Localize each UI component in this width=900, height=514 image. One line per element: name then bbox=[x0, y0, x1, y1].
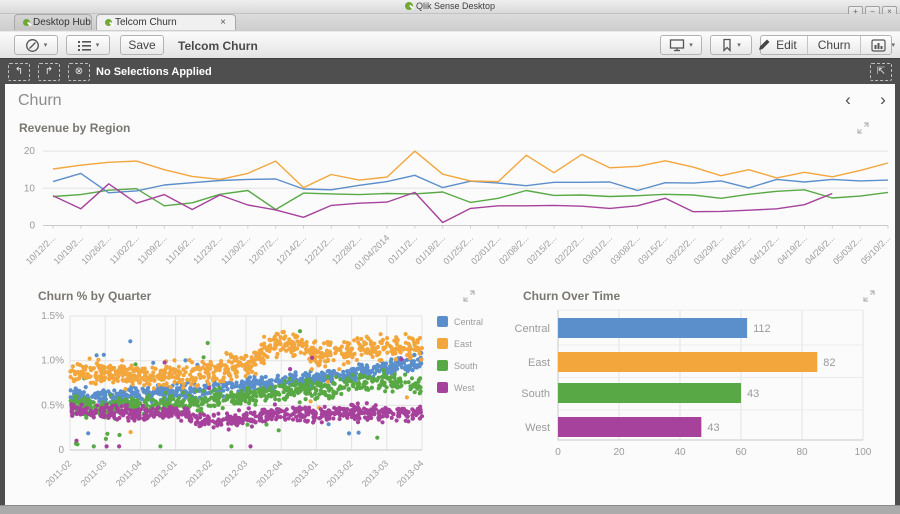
chart-churn-by-quarter[interactable]: Churn % by Quarter 2011-022011-032011-04… bbox=[30, 283, 505, 498]
svg-text:2012-04: 2012-04 bbox=[254, 458, 284, 488]
svg-text:0: 0 bbox=[29, 221, 35, 232]
svg-text:11/23/2...: 11/23/2... bbox=[191, 233, 224, 266]
svg-text:West: West bbox=[454, 383, 475, 393]
caret-down-icon: ▾ bbox=[891, 41, 895, 49]
caret-down-icon: ▾ bbox=[96, 41, 100, 49]
svg-text:0.5%: 0.5% bbox=[41, 400, 64, 411]
qlik-tab-icon bbox=[105, 19, 112, 26]
svg-text:South: South bbox=[454, 361, 478, 371]
line-chart-body[interactable]: 0102010/12/2...10/19/2...10/26/2...11/02… bbox=[5, 115, 895, 285]
svg-text:82: 82 bbox=[823, 357, 835, 369]
svg-text:East: East bbox=[528, 357, 550, 369]
svg-text:0: 0 bbox=[58, 445, 64, 456]
close-tab-icon[interactable]: × bbox=[220, 17, 226, 28]
svg-text:43: 43 bbox=[747, 388, 759, 400]
storytelling-button[interactable]: ▾ bbox=[660, 35, 702, 55]
selections-bar: ↰ ↱ ⊗ No Selections Applied ⇱ bbox=[0, 59, 900, 84]
navigation-menu-button[interactable]: ▾ bbox=[14, 35, 58, 55]
clear-selections-icon[interactable]: ⊗ bbox=[68, 63, 90, 81]
caret-down-icon: ▾ bbox=[689, 41, 693, 49]
svg-text:0: 0 bbox=[555, 447, 561, 458]
svg-text:2012-01: 2012-01 bbox=[149, 458, 179, 488]
current-sheet-name: Churn bbox=[808, 36, 862, 54]
svg-text:10: 10 bbox=[24, 183, 36, 194]
svg-text:1.0%: 1.0% bbox=[41, 356, 64, 367]
sheet-controls-group: Edit Churn ▾ bbox=[760, 35, 892, 55]
svg-text:20: 20 bbox=[24, 146, 36, 157]
svg-text:05/10/2...: 05/10/2... bbox=[859, 233, 893, 267]
svg-text:West: West bbox=[525, 422, 550, 434]
tab-telcom-churn[interactable]: Telcom Churn × bbox=[96, 14, 236, 30]
svg-text:80: 80 bbox=[796, 447, 808, 458]
chart-churn-over-time[interactable]: Churn Over Time 020406080100Central112Ea… bbox=[505, 283, 895, 498]
sheet-area: Churn ‹ › Revenue by Region 0102010/12/2… bbox=[5, 84, 895, 505]
bar-chart-body[interactable]: 0 20 40 60 80 100 Central 112 East 82 South 43 West 4… bbox=[505, 283, 895, 498]
compass-icon bbox=[25, 38, 40, 53]
selections-status: No Selections Applied bbox=[96, 66, 212, 78]
svg-text:2013-02: 2013-02 bbox=[325, 458, 355, 488]
prev-sheet-arrow[interactable]: ‹ bbox=[838, 90, 858, 110]
svg-text:2012-03: 2012-03 bbox=[219, 458, 249, 488]
step-forward-icon[interactable]: ↱ bbox=[38, 63, 60, 81]
sheet-chart-icon bbox=[871, 39, 886, 52]
window-frame-right bbox=[895, 84, 900, 505]
pencil-icon bbox=[757, 38, 771, 52]
next-sheet-arrow[interactable]: › bbox=[873, 90, 893, 110]
global-menu-button[interactable]: ▾ bbox=[66, 35, 110, 55]
bookmarks-button[interactable]: ▾ bbox=[710, 35, 752, 55]
svg-text:40: 40 bbox=[674, 447, 686, 458]
step-back-icon[interactable]: ↰ bbox=[8, 63, 30, 81]
tab-strip: Desktop Hub Telcom Churn × bbox=[0, 14, 900, 31]
list-menu-icon bbox=[77, 39, 92, 52]
qlik-logo-icon bbox=[405, 2, 413, 10]
svg-text:11/09/2...: 11/09/2... bbox=[136, 233, 169, 266]
svg-text:East: East bbox=[454, 339, 473, 349]
bookmark-icon bbox=[721, 38, 733, 52]
svg-text:11/02/2...: 11/02/2... bbox=[108, 233, 141, 266]
toolbar: ▾ ▾ Save Telcom Churn ▾ ▾ Edit Churn bbox=[0, 31, 900, 60]
svg-text:20: 20 bbox=[613, 447, 625, 458]
svg-text:10/26/2...: 10/26/2... bbox=[79, 233, 113, 267]
save-button[interactable]: Save bbox=[120, 35, 164, 55]
chart-revenue-by-region[interactable]: Revenue by Region 0102010/12/2...10/19/2… bbox=[5, 115, 895, 285]
svg-text:100: 100 bbox=[855, 447, 872, 458]
window-titlebar: Qlik Sense Desktop +−× bbox=[0, 0, 900, 14]
sheet-list-button[interactable]: ▾ bbox=[861, 36, 900, 54]
selections-tool-icon[interactable]: ⇱ bbox=[870, 63, 892, 81]
svg-text:2013-04: 2013-04 bbox=[395, 458, 425, 488]
caret-down-icon: ▾ bbox=[737, 41, 741, 49]
svg-text:Central: Central bbox=[515, 323, 550, 335]
sheet-name-label: Churn bbox=[818, 38, 851, 52]
sheet-title: Churn bbox=[18, 92, 62, 110]
svg-text:South: South bbox=[521, 388, 550, 400]
svg-text:2012-02: 2012-02 bbox=[184, 458, 214, 488]
tab-label: Desktop Hub bbox=[33, 17, 91, 28]
window-title: Qlik Sense Desktop bbox=[0, 1, 900, 11]
svg-text:43: 43 bbox=[707, 422, 719, 434]
svg-text:11/16/2...: 11/16/2... bbox=[163, 233, 196, 266]
tab-label: Telcom Churn bbox=[115, 17, 177, 28]
tab-desktop-hub[interactable]: Desktop Hub bbox=[14, 14, 92, 30]
svg-text:2013-01: 2013-01 bbox=[289, 458, 319, 488]
edit-label: Edit bbox=[776, 38, 797, 52]
caret-down-icon: ▾ bbox=[44, 41, 48, 49]
app-title: Telcom Churn bbox=[178, 39, 258, 53]
svg-text:2011-03: 2011-03 bbox=[79, 458, 109, 488]
svg-text:2011-02: 2011-02 bbox=[43, 458, 73, 488]
edit-button[interactable]: Edit bbox=[747, 36, 808, 54]
monitor-icon bbox=[669, 38, 685, 52]
svg-text:2013-03: 2013-03 bbox=[360, 458, 390, 488]
svg-text:Central: Central bbox=[454, 317, 483, 327]
svg-text:60: 60 bbox=[735, 447, 747, 458]
svg-text:112: 112 bbox=[753, 323, 771, 335]
svg-text:1.5%: 1.5% bbox=[41, 311, 64, 322]
qlik-tab-icon bbox=[23, 19, 30, 26]
scatter-chart-body[interactable]: 2011-022011-032011-042012-012012-022012-… bbox=[30, 283, 505, 498]
save-label: Save bbox=[128, 38, 155, 52]
svg-text:2011-04: 2011-04 bbox=[114, 458, 144, 488]
